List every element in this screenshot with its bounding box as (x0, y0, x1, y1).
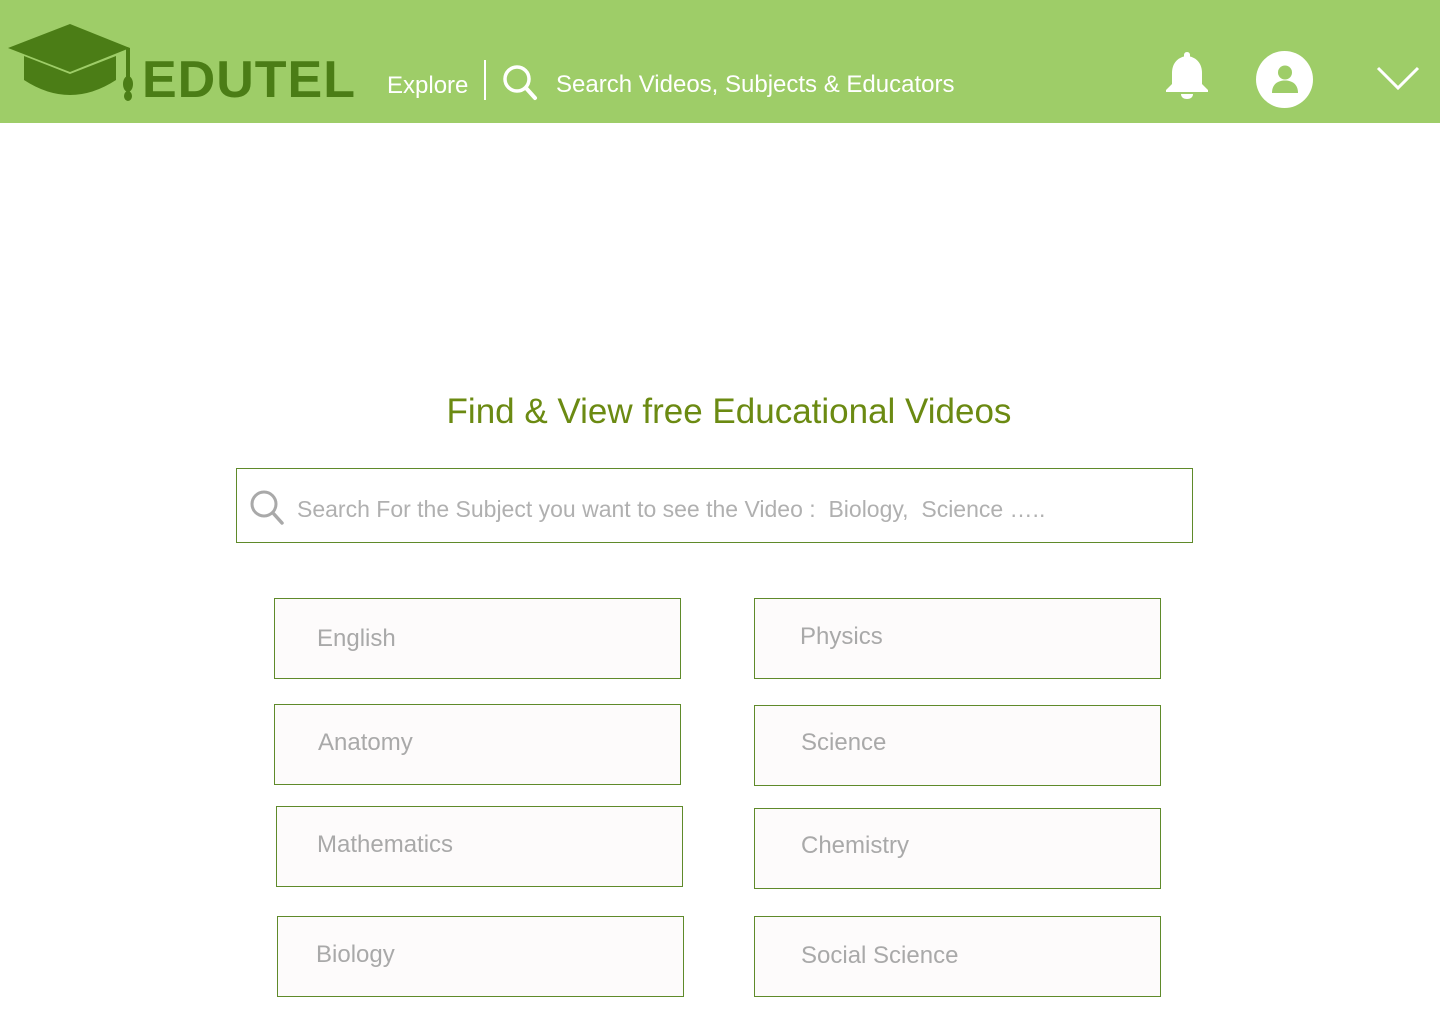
subject-label: Mathematics (317, 831, 454, 858)
logo-wordmark: EDUTEL (142, 51, 356, 109)
search-icon (250, 490, 284, 525)
subject-search-box[interactable]: Search For the Subject you want to see t… (236, 468, 1193, 543)
chevron-down-icon[interactable] (1376, 64, 1420, 92)
subject-button-science[interactable]: Science (754, 705, 1161, 786)
graduation-cap-icon (8, 24, 133, 101)
explore-link[interactable]: Explore (387, 72, 468, 100)
search-icon[interactable] (502, 64, 538, 102)
nav-divider (484, 60, 486, 100)
subject-button-physics[interactable]: Physics (754, 598, 1161, 679)
edutel-logo[interactable]: EDUTEL (8, 20, 355, 106)
user-icon (1272, 65, 1298, 93)
subject-label: Biology (316, 941, 395, 968)
subject-button-social-science[interactable]: Social Science (754, 916, 1161, 997)
top-navigation-bar: EDUTEL Explore Search Videos, Subjects &… (0, 0, 1440, 123)
subject-label: Science (801, 729, 887, 756)
subject-button-biology[interactable]: Biology (277, 916, 684, 997)
subject-button-mathematics[interactable]: Mathematics (276, 806, 683, 887)
subject-button-chemistry[interactable]: Chemistry (754, 808, 1161, 889)
subject-label: English (317, 625, 396, 652)
subject-label: Physics (800, 623, 883, 650)
subject-button-english[interactable]: English (274, 598, 681, 679)
subject-label: Chemistry (801, 832, 910, 859)
user-avatar[interactable] (1256, 51, 1313, 108)
page-headline: Find & View free Educational Videos (446, 392, 1012, 431)
subject-button-anatomy[interactable]: Anatomy (274, 704, 681, 785)
bell-icon[interactable] (1164, 50, 1210, 100)
subject-label: Anatomy (318, 729, 413, 756)
subject-search-placeholder: Search For the Subject you want to see t… (297, 496, 1046, 522)
header-search-input[interactable]: Search Videos, Subjects & Educators (556, 70, 1116, 100)
subject-label: Social Science (801, 942, 959, 969)
